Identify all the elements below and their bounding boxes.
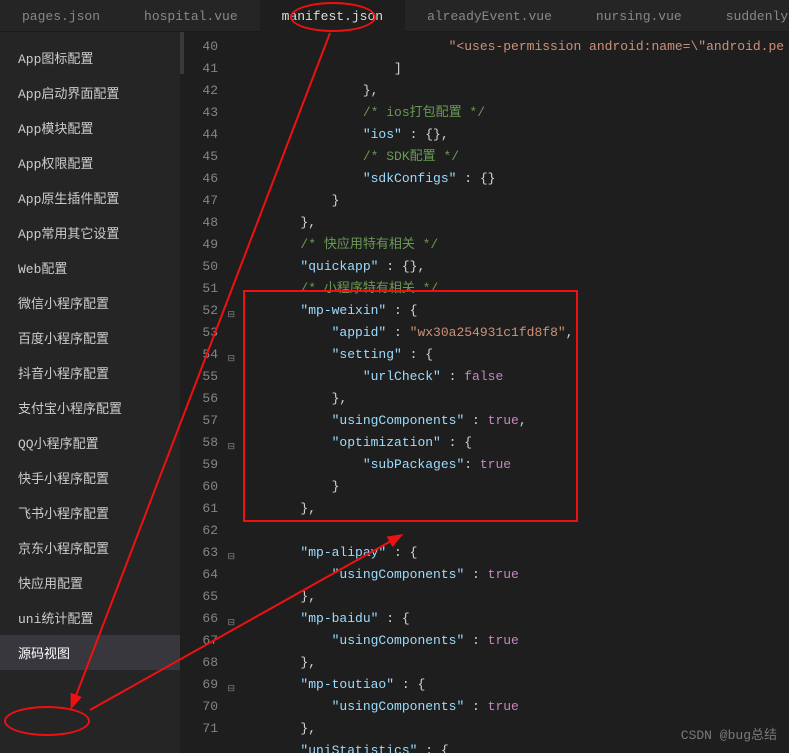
- sidebar-item-11[interactable]: QQ小程序配置: [0, 425, 180, 460]
- code-line[interactable]: },: [238, 498, 789, 520]
- sidebar-item-3[interactable]: App权限配置: [0, 145, 180, 180]
- code-line[interactable]: },: [238, 586, 789, 608]
- fold-icon[interactable]: ⊟: [225, 546, 235, 556]
- code-line[interactable]: "appid" : "wx30a254931c1fd8f8",: [238, 322, 789, 344]
- fold-icon[interactable]: ⊟: [225, 304, 235, 314]
- line-number: 40: [180, 36, 238, 58]
- sidebar-item-8[interactable]: 百度小程序配置: [0, 320, 180, 355]
- code-line[interactable]: /* 小程序特有相关 */: [238, 278, 789, 300]
- line-number: 60: [180, 476, 238, 498]
- sidebar-item-2[interactable]: App模块配置: [0, 110, 180, 145]
- line-number: 68: [180, 652, 238, 674]
- line-number: 51: [180, 278, 238, 300]
- fold-icon[interactable]: ⊟: [225, 348, 235, 358]
- sidebar-item-17[interactable]: 源码视图: [0, 635, 180, 670]
- tab-pages-json[interactable]: pages.json: [0, 0, 122, 32]
- code-editor[interactable]: 40414243444546474849505152⊟5354⊟55565758…: [180, 32, 789, 753]
- code-line[interactable]: },: [238, 388, 789, 410]
- sidebar-item-4[interactable]: App原生插件配置: [0, 180, 180, 215]
- code-line[interactable]: "usingComponents" : true,: [238, 410, 789, 432]
- sidebar-item-12[interactable]: 快手小程序配置: [0, 460, 180, 495]
- code-line[interactable]: /* ios打包配置 */: [238, 102, 789, 124]
- line-number: 65: [180, 586, 238, 608]
- code-line[interactable]: "mp-weixin" : {: [238, 300, 789, 322]
- line-number: 48: [180, 212, 238, 234]
- code-line[interactable]: "setting" : {: [238, 344, 789, 366]
- line-number: 52⊟: [180, 300, 238, 322]
- sidebar-item-1[interactable]: App启动界面配置: [0, 75, 180, 110]
- watermark: CSDN @bug总结: [681, 724, 777, 743]
- line-number: 44: [180, 124, 238, 146]
- line-number: 47: [180, 190, 238, 212]
- code-area[interactable]: "<uses-permission android:name=\"android…: [238, 32, 789, 753]
- fold-icon[interactable]: ⊟: [225, 612, 235, 622]
- sidebar-item-10[interactable]: 支付宝小程序配置: [0, 390, 180, 425]
- sidebar-item-14[interactable]: 京东小程序配置: [0, 530, 180, 565]
- code-line[interactable]: "usingComponents" : true: [238, 696, 789, 718]
- code-line[interactable]: "quickapp" : {},: [238, 256, 789, 278]
- code-line[interactable]: }: [238, 190, 789, 212]
- code-line[interactable]: "mp-toutiao" : {: [238, 674, 789, 696]
- fold-icon[interactable]: ⊟: [225, 436, 235, 446]
- code-line[interactable]: /* SDK配置 */: [238, 146, 789, 168]
- line-number: 57: [180, 410, 238, 432]
- manifest-sidebar: App图标配置App启动界面配置App模块配置App权限配置App原生插件配置A…: [0, 32, 180, 753]
- line-gutter: 40414243444546474849505152⊟5354⊟55565758…: [180, 32, 238, 753]
- sidebar-item-5[interactable]: App常用其它设置: [0, 215, 180, 250]
- fold-icon[interactable]: ⊟: [225, 678, 235, 688]
- code-line[interactable]: "usingComponents" : true: [238, 564, 789, 586]
- line-number: 46: [180, 168, 238, 190]
- line-number: 53: [180, 322, 238, 344]
- sidebar-item-13[interactable]: 飞书小程序配置: [0, 495, 180, 530]
- line-number: 70: [180, 696, 238, 718]
- tab-manifest-json[interactable]: manifest.json: [260, 0, 405, 32]
- code-line[interactable]: "mp-baidu" : {: [238, 608, 789, 630]
- code-line[interactable]: },: [238, 80, 789, 102]
- tab-bar: pages.jsonhospital.vuemanifest.jsonalrea…: [0, 0, 789, 32]
- line-number: 45: [180, 146, 238, 168]
- line-number: 55: [180, 366, 238, 388]
- line-number: 64: [180, 564, 238, 586]
- code-line[interactable]: "urlCheck" : false: [238, 366, 789, 388]
- code-line[interactable]: },: [238, 652, 789, 674]
- sidebar-item-15[interactable]: 快应用配置: [0, 565, 180, 600]
- code-line[interactable]: "subPackages": true: [238, 454, 789, 476]
- line-number: 58⊟: [180, 432, 238, 454]
- line-number: 43: [180, 102, 238, 124]
- line-number: 69⊟: [180, 674, 238, 696]
- sidebar-item-7[interactable]: 微信小程序配置: [0, 285, 180, 320]
- line-number: 63⊟: [180, 542, 238, 564]
- code-line[interactable]: "mp-alipay" : {: [238, 542, 789, 564]
- sidebar-item-9[interactable]: 抖音小程序配置: [0, 355, 180, 390]
- sidebar-item-16[interactable]: uni统计配置: [0, 600, 180, 635]
- tab-suddenly-v[interactable]: suddenly.v: [704, 0, 789, 32]
- code-line[interactable]: "sdkConfigs" : {}: [238, 168, 789, 190]
- line-number: 49: [180, 234, 238, 256]
- line-number: 50: [180, 256, 238, 278]
- tab-alreadyEvent-vue[interactable]: alreadyEvent.vue: [405, 0, 574, 32]
- line-number: 59: [180, 454, 238, 476]
- code-line[interactable]: "usingComponents" : true: [238, 630, 789, 652]
- line-number: 66⊟: [180, 608, 238, 630]
- line-number: 71: [180, 718, 238, 740]
- code-line[interactable]: }: [238, 476, 789, 498]
- line-number: 61: [180, 498, 238, 520]
- line-number: 54⊟: [180, 344, 238, 366]
- line-number: 62: [180, 520, 238, 542]
- code-line[interactable]: /* 快应用特有相关 */: [238, 234, 789, 256]
- line-number: 56: [180, 388, 238, 410]
- tab-nursing-vue[interactable]: nursing.vue: [574, 0, 704, 32]
- line-number: 67: [180, 630, 238, 652]
- code-line[interactable]: "ios" : {},: [238, 124, 789, 146]
- tab-hospital-vue[interactable]: hospital.vue: [122, 0, 260, 32]
- code-line[interactable]: ]: [238, 58, 789, 80]
- line-number: 42: [180, 80, 238, 102]
- sidebar-item-0[interactable]: App图标配置: [0, 40, 180, 75]
- code-line[interactable]: "optimization" : {: [238, 432, 789, 454]
- code-line[interactable]: },: [238, 212, 789, 234]
- sidebar-item-6[interactable]: Web配置: [0, 250, 180, 285]
- code-line[interactable]: "<uses-permission android:name=\"android…: [238, 36, 789, 58]
- code-line[interactable]: [238, 520, 789, 542]
- line-number: 41: [180, 58, 238, 80]
